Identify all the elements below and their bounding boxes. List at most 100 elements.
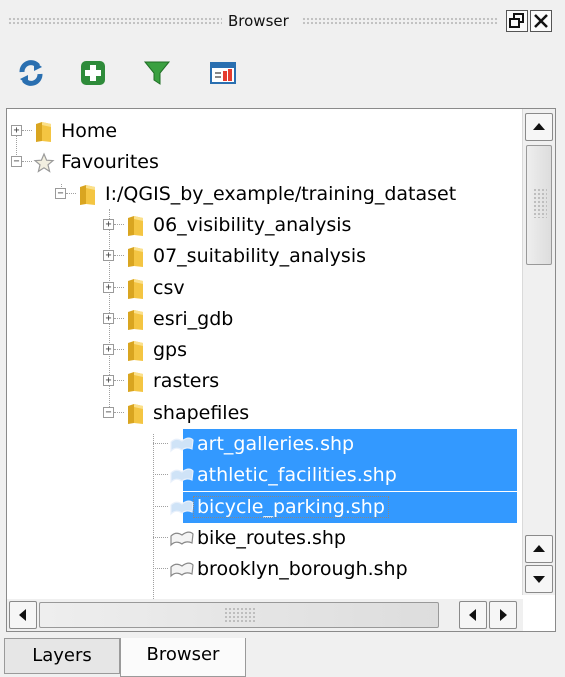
tree-item-label: esri_gdb [153, 307, 234, 330]
folder-icon [33, 121, 55, 143]
tree-item-label: 06_visibility_analysis [153, 213, 352, 236]
polygon-layer-icon [169, 497, 195, 519]
properties-button[interactable] [208, 58, 238, 88]
browser-tree[interactable]: + Home − Favourites − I:/QGIS_by_example/trai… [6, 108, 556, 632]
tree-item-label: I:/QGIS_by_example/training_dataset [105, 182, 457, 205]
scroll-down-button[interactable] [525, 565, 553, 593]
vertical-scroll-thumb[interactable] [526, 145, 552, 265]
arrow-left-icon [469, 609, 476, 621]
tree-row[interactable]: bike_routes.shp [7, 523, 517, 554]
horizontal-scrollbar[interactable] [7, 599, 523, 631]
tree-item-label: Favourites [61, 151, 159, 174]
float-icon [509, 13, 524, 28]
tree-connector [153, 443, 168, 444]
add-icon [81, 61, 105, 85]
collapse-icon[interactable]: − [55, 187, 66, 199]
tree-row[interactable]: + esri_gdb [7, 304, 517, 335]
tree-connector [153, 536, 168, 538]
refresh-button[interactable] [16, 58, 46, 88]
tree-row[interactable]: + csv [7, 273, 517, 304]
tree-connector [22, 161, 32, 163]
collapse-icon[interactable]: − [103, 406, 114, 418]
tree-connector [114, 223, 124, 225]
tree-connector [114, 380, 124, 382]
arrow-left-icon [19, 609, 26, 621]
filter-button[interactable] [142, 58, 172, 88]
expand-icon[interactable]: + [103, 312, 114, 324]
tree-row[interactable]: bicycle_parking.shp [153, 491, 517, 523]
tree-item-label: 07_suitability_analysis [153, 245, 367, 268]
tree-connector [153, 505, 168, 507]
tab-browser[interactable]: Browser [120, 638, 246, 677]
arrow-up-icon [533, 123, 545, 130]
expand-icon[interactable]: + [103, 250, 114, 262]
expand-icon[interactable]: + [103, 344, 114, 356]
tab-layers[interactable]: Layers [4, 638, 120, 674]
tree-row[interactable]: +06_visibility_analysis [7, 210, 517, 241]
tree-connector [114, 286, 124, 288]
tree-connector [66, 192, 76, 194]
tree-row[interactable]: + gps [7, 335, 517, 366]
tree-connector [22, 130, 32, 131]
tab-browser-label: Browser [146, 644, 220, 665]
expand-icon[interactable]: + [103, 375, 114, 387]
tree-item-label: brooklyn_borough.shp [197, 558, 408, 581]
thumb-grip [224, 607, 256, 623]
polygon-layer-icon [169, 559, 195, 581]
browser-toolbar [0, 42, 565, 104]
polygon-layer-icon [169, 528, 195, 550]
scroll-up-button-lower[interactable] [525, 535, 553, 563]
tree-item-label: bicycle_parking.shp [193, 495, 389, 518]
tree-row[interactable]: + Home [7, 116, 517, 147]
folder-icon [125, 403, 147, 425]
panel-title-bar: Browser [0, 0, 565, 42]
tree-row[interactable]: art_galleries.shp [153, 429, 517, 460]
close-button[interactable] [530, 10, 552, 32]
thumb-grip [533, 188, 547, 218]
scroll-right-button[interactable] [489, 601, 517, 629]
tree-item-label: athletic_facilities.shp [197, 464, 397, 487]
properties-icon [210, 62, 236, 84]
tree-item-label: Home [61, 120, 118, 142]
folder-icon [125, 215, 147, 237]
polygon-layer-icon [169, 465, 195, 487]
tab-layers-label: Layers [32, 645, 92, 666]
folder-icon [77, 184, 99, 206]
folder-icon [125, 246, 147, 268]
polygon-layer-icon [169, 434, 195, 456]
tree-item-label: bike_routes.shp [197, 526, 346, 549]
scroll-left-button-right[interactable] [459, 601, 487, 629]
folder-icon [125, 340, 147, 362]
star-icon [33, 152, 55, 174]
arrow-up-icon [533, 545, 545, 552]
tree-item-label: rasters [153, 370, 220, 393]
vertical-scrollbar[interactable] [522, 109, 555, 595]
expand-icon[interactable]: + [11, 125, 22, 136]
tree-row[interactable]: brooklyn_borough.shp [7, 554, 517, 585]
tree-item-label: gps [153, 339, 188, 362]
scroll-left-button[interactable] [9, 601, 37, 629]
filter-icon [143, 61, 171, 85]
tree-row[interactable]: − Favourites [7, 147, 517, 178]
add-button[interactable] [78, 58, 108, 88]
tree-row[interactable]: − shapefiles [7, 398, 517, 429]
folder-icon [125, 278, 147, 300]
tree-row[interactable]: + rasters [7, 366, 517, 397]
collapse-icon[interactable]: − [11, 156, 22, 168]
horizontal-scroll-thumb[interactable] [39, 602, 439, 628]
expand-icon[interactable]: + [103, 218, 114, 230]
scroll-up-button[interactable] [525, 113, 553, 141]
close-icon [534, 14, 548, 28]
tree-row[interactable]: athletic_facilities.shp [153, 460, 517, 492]
expand-icon[interactable]: + [103, 281, 114, 293]
tree-row[interactable]: − I:/QGIS_by_example/training_dataset [7, 179, 517, 210]
tree-item-label: shapefiles [153, 401, 250, 424]
float-button[interactable] [506, 10, 528, 32]
tree-connector [114, 317, 124, 319]
folder-icon [125, 309, 147, 331]
tree-item-label: art_galleries.shp [197, 433, 355, 455]
tree-connector [114, 411, 124, 413]
tree-connector [114, 349, 124, 351]
tree-row[interactable]: +07_suitability_analysis [7, 241, 517, 272]
arrow-down-icon [533, 576, 545, 583]
